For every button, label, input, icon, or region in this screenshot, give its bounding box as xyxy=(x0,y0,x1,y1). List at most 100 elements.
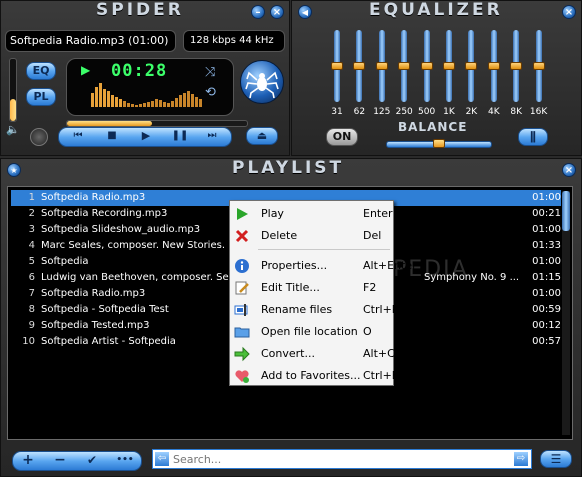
minimize-button[interactable]: – xyxy=(251,5,265,19)
eq-knob[interactable] xyxy=(487,62,500,70)
track-number: 9 xyxy=(28,320,35,331)
play-button[interactable]: ▶ xyxy=(136,129,156,143)
eq-slider-500[interactable] xyxy=(420,30,433,102)
balance-label: BALANCE xyxy=(398,120,468,134)
minus-icon: – xyxy=(255,7,261,18)
convert-icon xyxy=(234,346,250,362)
playlist-scrollbar[interactable] xyxy=(562,191,570,435)
mute-button[interactable] xyxy=(30,128,48,146)
more-button[interactable]: ••• xyxy=(112,451,138,469)
eq-slider-16K[interactable] xyxy=(532,30,545,102)
menu-item-play[interactable]: Play Enter xyxy=(230,203,393,225)
repeat-icon[interactable]: ⟲ xyxy=(205,85,216,100)
volume-fill xyxy=(10,99,16,121)
track-number: 4 xyxy=(28,240,35,251)
eject-button[interactable]: ⏏ xyxy=(246,127,278,145)
eq-presets-button[interactable]: ⫼ xyxy=(518,128,548,146)
track-title: Softpedia Tested.mp3 xyxy=(41,320,150,331)
track-title: Marc Seales, composer. New Stories. Ern xyxy=(41,240,245,251)
scrollbar-thumb[interactable] xyxy=(562,191,570,231)
menu-item-rename-files[interactable]: Rename files Ctrl+R xyxy=(230,299,399,321)
menu-item-delete[interactable]: Delete Del xyxy=(230,225,393,247)
menu-item-shortcut: F2 xyxy=(363,281,377,294)
play-icon xyxy=(234,206,250,222)
next-button[interactable]: ⏭ xyxy=(202,129,222,143)
pause-button[interactable]: ❚❚ xyxy=(170,129,190,143)
menu-item-edit-title[interactable]: Edit Title... F2 xyxy=(230,277,393,299)
eq-band-label: 125 xyxy=(373,107,391,117)
menu-item-label: Add to Favorites... xyxy=(261,369,361,382)
eq-knob[interactable] xyxy=(420,62,433,70)
eq-slider-4K[interactable] xyxy=(487,30,500,102)
eq-knob[interactable] xyxy=(331,62,343,70)
menu-item-add-to-favorites[interactable]: Add to Favorites... Ctrl+B xyxy=(230,365,399,387)
menu-item-shortcut: Enter xyxy=(363,207,393,220)
previous-button[interactable]: ⏮ xyxy=(68,129,88,143)
menu-item-label: Delete xyxy=(261,229,298,242)
eq-slider-250[interactable] xyxy=(398,30,411,102)
balance-slider[interactable] xyxy=(386,139,492,148)
search-input[interactable] xyxy=(173,451,503,467)
menu-item-properties[interactable]: Properties... Alt+Enter xyxy=(230,255,417,277)
eq-slider-31[interactable] xyxy=(331,30,343,102)
eq-on-button[interactable]: ON xyxy=(326,128,358,146)
close-icon: × xyxy=(272,7,282,18)
eq-knob[interactable] xyxy=(510,62,523,70)
previous-icon: ⏮ xyxy=(73,130,83,141)
equalizer-title: EQUALIZER xyxy=(369,0,503,20)
eq-slider-125[interactable] xyxy=(375,30,388,102)
shuffle-icon[interactable]: ⤨ xyxy=(205,65,215,80)
eq-knob[interactable] xyxy=(353,62,366,70)
spectrum-bar xyxy=(151,101,154,107)
select-button[interactable]: ✔ xyxy=(80,451,104,469)
eq-knob[interactable] xyxy=(398,62,411,70)
spectrum-bar xyxy=(123,101,126,107)
menu-item-shortcut: Ctrl+R xyxy=(363,303,400,316)
remove-button[interactable]: − xyxy=(48,451,72,469)
eq-knob[interactable] xyxy=(532,62,545,70)
spectrum-bar xyxy=(127,103,130,107)
eq-close-button[interactable]: × xyxy=(562,5,576,19)
spectrum-bar xyxy=(143,103,146,107)
eq-band-label: 250 xyxy=(395,107,413,117)
spectrum-bar xyxy=(179,95,182,107)
track-number: 5 xyxy=(28,256,35,267)
menu-item-convert[interactable]: Convert... Alt+C xyxy=(230,343,395,365)
track-duration: 00:59 xyxy=(532,304,561,315)
track-duration: 01:00 xyxy=(532,192,561,203)
menu-item-open-file-location[interactable]: Open file location O xyxy=(230,321,393,343)
eq-toggle-button[interactable]: EQ xyxy=(26,62,56,80)
spectrum-bar xyxy=(115,97,118,107)
eq-slider-2K[interactable] xyxy=(465,30,478,102)
playlist-close-button[interactable]: × xyxy=(562,163,576,177)
track-duration: 00:21 xyxy=(532,208,561,219)
playlist-menu-button[interactable]: ★ xyxy=(7,163,21,177)
stop-button[interactable]: ■ xyxy=(102,129,122,143)
close-button[interactable]: × xyxy=(270,5,284,19)
eq-knob[interactable] xyxy=(375,62,388,70)
pl-toggle-button[interactable]: PL xyxy=(26,88,56,106)
spider-icon xyxy=(245,71,279,99)
eq-knob[interactable] xyxy=(465,62,478,70)
eq-volume-button[interactable]: ◀ xyxy=(298,5,312,19)
volume-slider[interactable] xyxy=(9,58,17,122)
spectrum-bar xyxy=(147,102,150,107)
eq-knob[interactable] xyxy=(443,62,455,70)
eq-slider-8K[interactable] xyxy=(510,30,523,102)
track-duration: 00:12 xyxy=(532,320,561,331)
eq-slider-62[interactable] xyxy=(353,30,366,102)
seek-slider[interactable] xyxy=(66,120,248,127)
volume-icon: 🔈 xyxy=(6,123,20,136)
search-go-icon[interactable]: ⇨ xyxy=(514,452,528,466)
seek-fill xyxy=(67,121,152,126)
balance-knob[interactable] xyxy=(433,139,445,148)
eq-button-label: EQ xyxy=(32,64,50,77)
spectrum-bar xyxy=(175,98,178,107)
eq-slider-1K[interactable] xyxy=(443,30,455,102)
add-button[interactable]: + xyxy=(16,451,40,469)
search-back-icon[interactable]: ⇦ xyxy=(155,452,169,466)
time-display: 00:28 xyxy=(111,61,168,81)
track-duration: 00:57 xyxy=(532,336,561,347)
spectrum-bar xyxy=(119,99,122,107)
playlist-options-button[interactable]: ☰ xyxy=(540,450,572,468)
